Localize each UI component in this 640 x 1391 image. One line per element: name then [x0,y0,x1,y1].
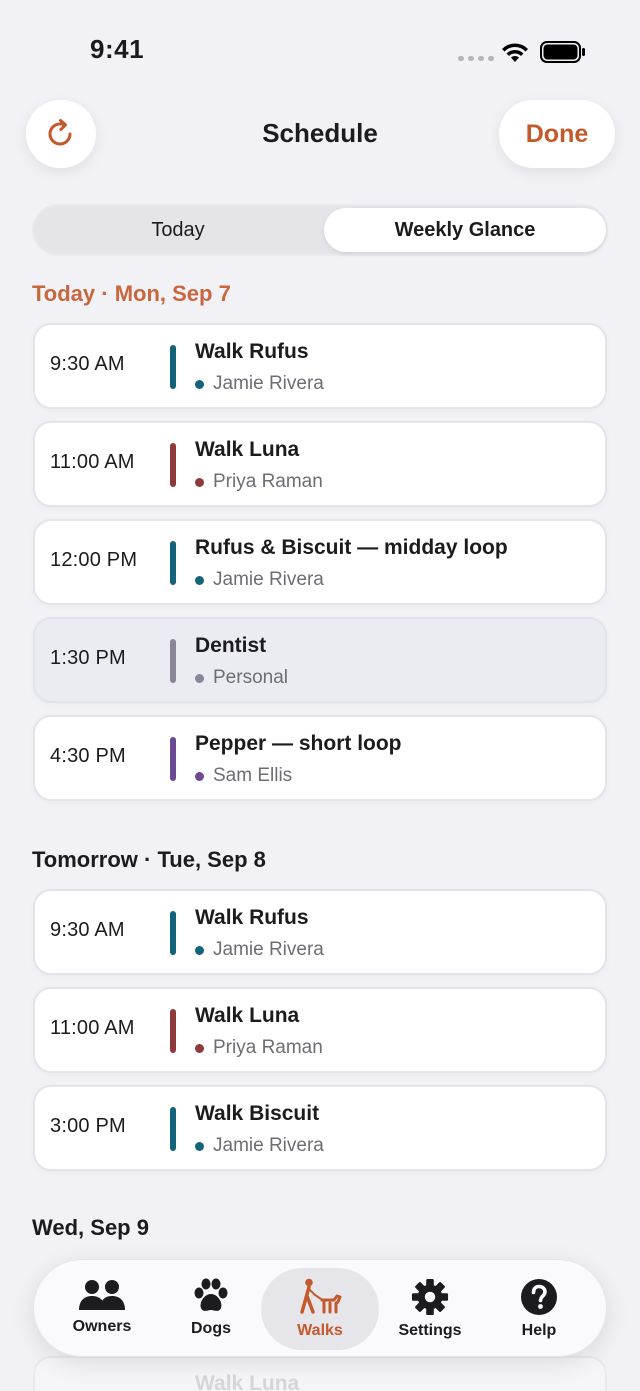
owner-color-bar [170,639,176,683]
owner-dot [195,771,204,781]
wifi-icon [502,43,528,62]
schedule-card[interactable]: 11:00 AM Walk Luna Priya Raman [33,987,607,1073]
card-time: 4:30 PM [50,745,126,767]
card-time: 11:00 AM [50,451,135,473]
owner-dot [195,1043,204,1053]
tab-help[interactable]: Help [480,1268,598,1350]
cellular-signal-icon [458,56,494,61]
card-owner: Jamie Rivera [195,939,324,961]
card-title: Walk Luna [195,1372,300,1391]
tab-label: Dogs [191,1320,231,1337]
owner-color-bar [170,443,176,487]
card-owner: Priya Raman [195,1037,323,1059]
battery-icon [540,41,585,63]
owner-name: Jamie Rivera [213,569,324,590]
owner-dot [195,945,204,955]
status-time: 9:41 [90,34,145,64]
card-time: 12:00 PM [50,549,138,571]
card-title: Walk Luna [195,1004,300,1027]
card-time: 3:00 PM [50,1115,126,1137]
tab-owners[interactable]: Owners [43,1268,161,1350]
card-owner: Personal [195,667,288,689]
card-time: 9:30 AM [50,919,125,941]
tab-label: Owners [72,1318,132,1335]
owner-name: Priya Raman [213,471,323,492]
card-title: Rufus & Biscuit — midday loop [195,536,508,559]
owner-dot [195,477,204,487]
owner-color-bar [170,345,176,389]
card-title: Walk Rufus [195,340,309,363]
card-title: Walk Biscuit [195,1102,320,1125]
view-segmented-control: Today Weekly Glance [32,204,608,256]
card-title: Dentist [195,634,267,657]
card-title: Pepper — short loop [195,732,402,755]
schedule-card-peek[interactable]: Walk Luna [33,1356,607,1391]
schedule-screen: 9:41 Schedule Done Today Weekly Glance T… [0,0,640,1391]
tab-settings[interactable]: Settings [371,1268,489,1350]
card-time: 11:00 AM [50,1017,135,1039]
schedule-card[interactable]: 12:00 PM Rufus & Biscuit — midday loop J… [33,519,607,605]
schedule-card[interactable]: 11:00 AM Walk Luna Priya Raman [33,421,607,507]
tab-dogs[interactable]: Dogs [152,1268,270,1350]
segment-weekly-glance[interactable]: Weekly Glance [324,208,606,252]
card-owner: Jamie Rivera [195,373,324,395]
schedule-card-personal[interactable]: 1:30 PM Dentist Personal [33,617,607,703]
card-owner: Jamie Rivera [195,1135,324,1157]
segment-today[interactable]: Today [36,208,320,252]
people-icon [79,1280,125,1310]
owner-dot [195,379,204,389]
owner-dot [195,673,204,683]
question-icon [521,1279,557,1315]
schedule-card[interactable]: 9:30 AM Walk Rufus Jamie Rivera [33,323,607,409]
card-owner: Priya Raman [195,471,323,493]
card-owner: Sam Ellis [195,765,292,787]
card-title: Walk Luna [195,438,300,461]
owner-name: Jamie Rivera [213,939,324,960]
card-time: 1:30 PM [50,647,126,669]
owner-name: Jamie Rivera [213,373,324,394]
owner-color-bar [170,1107,176,1151]
schedule-card[interactable]: 4:30 PM Pepper — short loop Sam Ellis [33,715,607,801]
tab-label: Walks [297,1322,343,1339]
owner-name: Priya Raman [213,1037,323,1058]
owner-color-bar [170,1009,176,1053]
tab-walks[interactable]: Walks [261,1268,379,1350]
owner-dot [195,575,204,585]
gear-icon [411,1278,449,1316]
tab-label: Help [521,1322,557,1339]
owner-name: Personal [213,667,288,688]
owner-name: Sam Ellis [213,765,293,786]
status-bar: 9:41 [0,0,640,90]
card-time: 9:30 AM [50,353,125,375]
done-button[interactable]: Done [499,100,615,168]
owner-color-bar [170,911,176,955]
owner-color-bar [170,541,176,585]
schedule-card[interactable]: 9:30 AM Walk Rufus Jamie Rivera [33,889,607,975]
owner-dot [195,1141,204,1151]
section-header-wed: Wed, Sep 9 [32,1215,149,1240]
card-title: Walk Rufus [195,906,309,929]
paw-icon [194,1278,228,1311]
section-header-tomorrow: Tomorrow · Tue, Sep 8 [32,847,266,872]
owner-color-bar [170,737,176,781]
tab-bar: Owners Dogs Walks Settings Help [33,1259,607,1357]
card-owner: Jamie Rivera [195,569,324,591]
owner-name: Jamie Rivera [213,1135,324,1156]
tab-label: Settings [398,1322,462,1339]
section-header-today: Today · Mon, Sep 7 [32,281,231,306]
schedule-card[interactable]: 3:00 PM Walk Biscuit Jamie Rivera [33,1085,607,1171]
dog-walker-icon [300,1278,342,1314]
